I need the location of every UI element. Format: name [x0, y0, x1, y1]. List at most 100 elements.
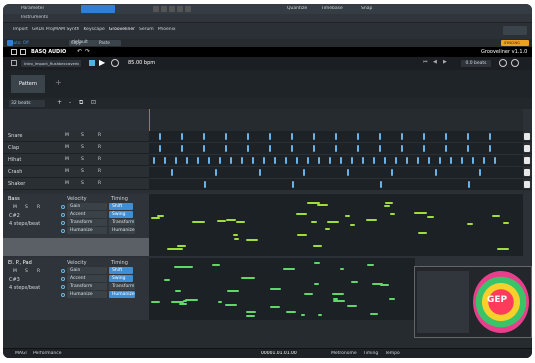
- play-icon[interactable]: ▶: [99, 58, 105, 67]
- note[interactable]: [390, 213, 395, 215]
- duplicate-icon[interactable]: ⧉: [79, 99, 83, 107]
- transform-toggle-icon[interactable]: [61, 221, 65, 225]
- note[interactable]: [164, 279, 170, 281]
- velocity-humanize[interactable]: Humanize: [67, 227, 107, 234]
- beat-step[interactable]: [489, 133, 491, 140]
- note[interactable]: [384, 205, 390, 207]
- tab-grds-synth[interactable]: GRDs ProjMAM Synth: [32, 27, 80, 32]
- note[interactable]: [212, 264, 220, 266]
- undo-icon[interactable]: ↶: [77, 48, 82, 55]
- mute-button[interactable]: M: [13, 269, 17, 274]
- mute-button[interactable]: M: [65, 181, 69, 186]
- beat-step[interactable]: [467, 145, 469, 152]
- note[interactable]: [177, 248, 183, 250]
- beat-step[interactable]: [307, 157, 309, 164]
- beat-step[interactable]: [181, 145, 183, 152]
- beat-step[interactable]: [269, 133, 271, 140]
- mute-button[interactable]: M: [65, 169, 69, 174]
- randomize-button[interactable]: R: [37, 269, 40, 274]
- beat-step[interactable]: [468, 181, 470, 188]
- mute-tool-icon[interactable]: [177, 6, 183, 12]
- note[interactable]: [317, 204, 328, 206]
- mute-button[interactable]: M: [13, 205, 17, 210]
- key-select[interactable]: C#3: [9, 277, 20, 283]
- tab-pattern[interactable]: Pattern: [11, 75, 45, 93]
- note[interactable]: [225, 304, 237, 306]
- auto-label[interactable]: Auto: Off: [11, 40, 29, 45]
- beat-step[interactable]: [197, 157, 199, 164]
- beat-step[interactable]: [181, 133, 183, 140]
- beat-step[interactable]: [347, 169, 349, 176]
- folder-icon[interactable]: [11, 60, 17, 66]
- tempo-label[interactable]: Tempo: [385, 351, 400, 356]
- beat-step[interactable]: [335, 133, 337, 140]
- note[interactable]: [151, 217, 160, 219]
- beat-step[interactable]: [362, 157, 364, 164]
- tab-grooveliner[interactable]: Grooveliner: [109, 27, 135, 32]
- timebase-label[interactable]: Timebase: [321, 6, 343, 11]
- redo-icon[interactable]: ↷: [85, 48, 90, 55]
- beat-step[interactable]: [186, 157, 188, 164]
- note[interactable]: [304, 293, 313, 295]
- beat-step[interactable]: [479, 169, 481, 176]
- velocity-transform[interactable]: Transform: [67, 283, 107, 290]
- file-name-field[interactable]: Intro_Impact_Rushbeccaverb: [21, 60, 81, 67]
- beat-step[interactable]: [247, 145, 249, 152]
- velocity-humanize[interactable]: Humanize: [67, 291, 107, 298]
- beat-step[interactable]: [313, 145, 315, 152]
- tab-keyscape[interactable]: Keyscape: [83, 27, 104, 32]
- tempo-knob[interactable]: [111, 59, 119, 67]
- gain-toggle-icon[interactable]: [61, 269, 65, 273]
- beat-step[interactable]: [401, 145, 403, 152]
- save-icon[interactable]: [20, 49, 26, 55]
- beat-step[interactable]: [380, 181, 382, 188]
- note[interactable]: [351, 281, 358, 283]
- beat-step[interactable]: [292, 181, 294, 188]
- note[interactable]: [503, 222, 509, 224]
- beat-step[interactable]: [472, 157, 474, 164]
- beat-step[interactable]: [225, 133, 227, 140]
- note[interactable]: [314, 283, 319, 285]
- note[interactable]: [151, 301, 160, 303]
- note[interactable]: [497, 248, 509, 250]
- mute-button[interactable]: M: [65, 145, 69, 150]
- track-menu-icon[interactable]: [524, 169, 530, 176]
- beat-step[interactable]: [203, 133, 205, 140]
- beat-step[interactable]: [445, 133, 447, 140]
- note[interactable]: [325, 228, 330, 230]
- note[interactable]: [296, 213, 307, 215]
- tab-import[interactable]: Import: [13, 27, 28, 32]
- beat-step[interactable]: [225, 145, 227, 152]
- note[interactable]: [286, 311, 296, 313]
- prev-icon[interactable]: ◀: [433, 59, 437, 65]
- add-track-icon[interactable]: +: [57, 99, 62, 106]
- randomize-button[interactable]: R: [98, 157, 101, 162]
- accent-toggle-icon[interactable]: [61, 213, 65, 217]
- drum-lane[interactable]: [149, 131, 523, 142]
- beat-step[interactable]: [291, 133, 293, 140]
- note[interactable]: [418, 232, 427, 234]
- note[interactable]: [389, 298, 395, 300]
- note[interactable]: [218, 301, 222, 303]
- beat-step[interactable]: [351, 157, 353, 164]
- note[interactable]: [183, 300, 187, 302]
- beat-step[interactable]: [329, 157, 331, 164]
- note[interactable]: [313, 245, 322, 247]
- note[interactable]: [345, 215, 350, 217]
- beat-step[interactable]: [357, 133, 359, 140]
- randomize-button[interactable]: R: [98, 145, 101, 150]
- beat-step[interactable]: [164, 157, 166, 164]
- beat-step[interactable]: [204, 181, 206, 188]
- pencil-icon[interactable]: [153, 6, 159, 12]
- beat-step[interactable]: [391, 169, 393, 176]
- snap-label[interactable]: Snap: [361, 6, 372, 11]
- drum-lane[interactable]: [149, 167, 523, 178]
- beat-step[interactable]: [435, 169, 437, 176]
- beat-step[interactable]: [445, 145, 447, 152]
- solo-button[interactable]: S: [25, 205, 28, 210]
- note[interactable]: [236, 221, 245, 223]
- drum-lane[interactable]: [149, 143, 523, 154]
- transform-toggle-icon[interactable]: [61, 285, 65, 289]
- tab-serum[interactable]: Serum: [139, 27, 154, 32]
- zoom-icon[interactable]: [185, 6, 191, 12]
